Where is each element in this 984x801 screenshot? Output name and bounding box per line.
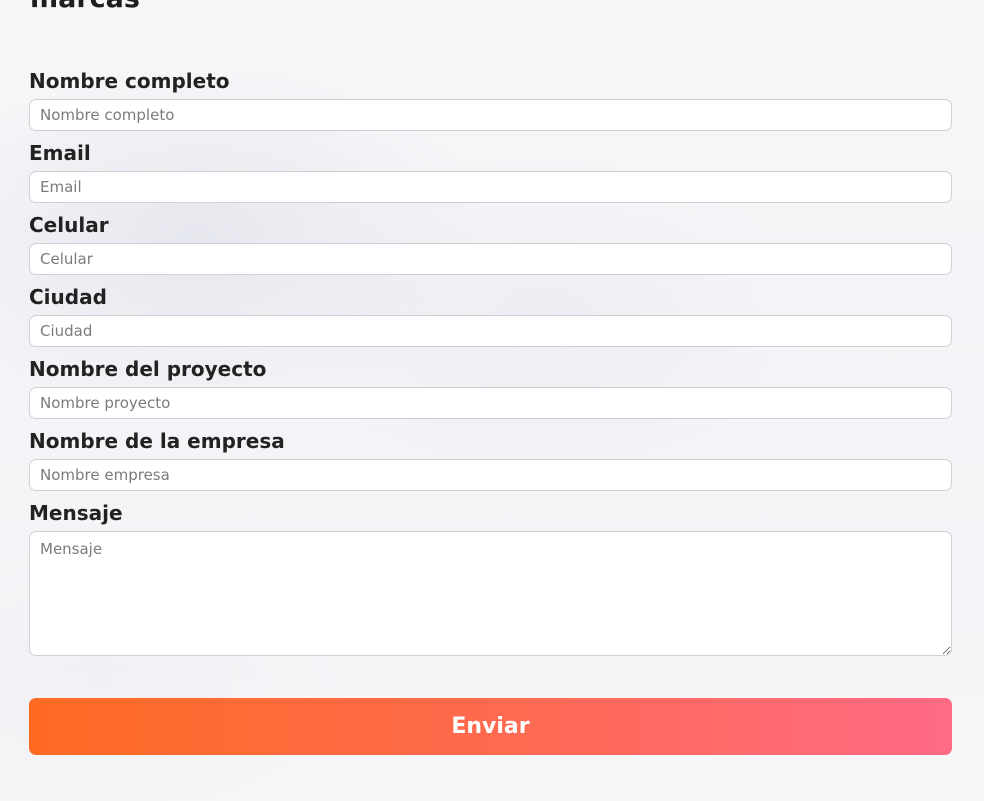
full-name-label: Nombre completo <box>29 69 230 93</box>
full-name-input[interactable] <box>29 99 952 131</box>
company-name-label: Nombre de la empresa <box>29 429 285 453</box>
phone-input[interactable] <box>29 243 952 275</box>
project-name-input[interactable] <box>29 387 952 419</box>
email-label: Email <box>29 141 91 165</box>
city-input[interactable] <box>29 315 952 347</box>
email-input[interactable] <box>29 171 952 203</box>
message-textarea[interactable] <box>29 531 952 656</box>
project-name-label: Nombre del proyecto <box>29 357 267 381</box>
company-name-input[interactable] <box>29 459 952 491</box>
contact-form: Nombre completo Email Celular Ciudad Nom… <box>29 68 952 755</box>
section-heading: marcas <box>30 0 140 14</box>
message-label: Mensaje <box>29 501 123 525</box>
phone-label: Celular <box>29 213 109 237</box>
submit-button[interactable]: Enviar <box>29 698 952 755</box>
city-label: Ciudad <box>29 285 107 309</box>
